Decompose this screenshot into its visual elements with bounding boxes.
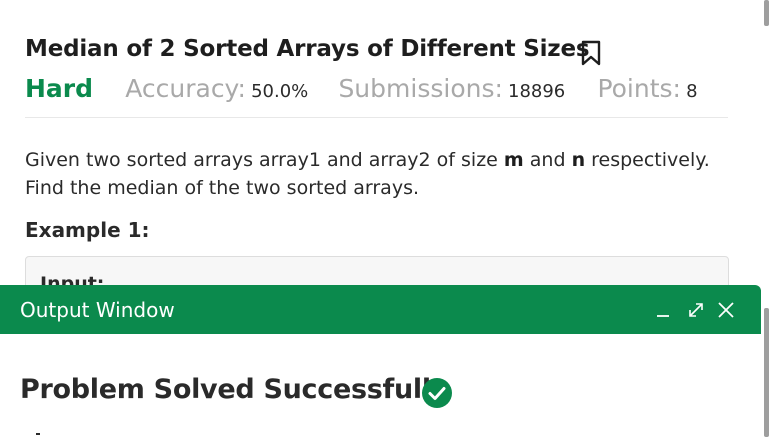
result-message: Problem Solved Successfully [20,374,449,405]
statement-text-1: Given two sorted arrays array1 and array… [25,149,504,171]
statement-n: n [571,149,586,171]
cropped-text-fragment [36,433,40,435]
scrollbar-thumb-bottom[interactable] [764,308,769,437]
close-icon[interactable] [716,300,736,320]
scrollbar-thumb-top[interactable] [764,0,769,26]
points-label: Points: [597,74,681,103]
statement-m: m [503,149,524,171]
accuracy-value: 50.0% [251,81,309,102]
output-window-header[interactable]: Output Window [0,285,761,334]
expand-icon[interactable] [686,300,706,320]
bookmark-icon[interactable] [580,40,602,66]
check-circle-icon [422,378,452,408]
header-divider [25,117,728,118]
difficulty-badge: Hard [25,74,94,103]
minimize-icon[interactable] [654,300,674,320]
accuracy-label: Accuracy: [125,74,246,103]
example-heading: Example 1: [25,218,150,242]
problem-statement: Given two sorted arrays array1 and array… [25,146,735,202]
problem-meta: Hard Accuracy: 50.0% Submissions: 18896 … [25,74,698,103]
points-value: 8 [686,81,698,102]
output-window-title: Output Window [20,298,175,322]
problem-title: Median of 2 Sorted Arrays of Different S… [25,36,590,62]
statement-and: and [523,149,572,171]
submissions-value: 18896 [508,81,566,102]
submissions-label: Submissions: [338,74,503,103]
output-window-body: Problem Solved Successfully [0,334,761,437]
